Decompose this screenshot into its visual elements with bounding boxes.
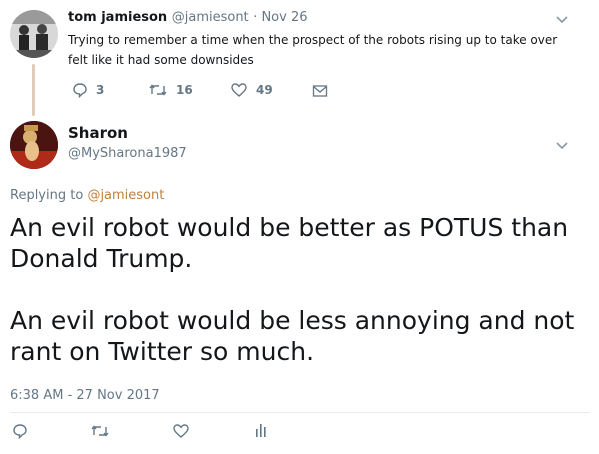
replying-to-prefix: Replying to [10,188,88,203]
tweet-text: An evil robot would be better as POTUS t… [10,212,590,367]
reply-icon [13,424,27,439]
retweet-button[interactable]: 16 [148,82,193,98]
dm-button[interactable] [312,84,328,98]
replying-to-handle[interactable]: @jamiesont [87,188,164,203]
retweet-icon [91,425,109,437]
author-handle[interactable]: @MySharona1987 [68,146,187,161]
parent-author-handle[interactable]: @jamiesont [172,10,249,25]
divider [10,412,590,413]
analytics-button[interactable] [254,422,268,438]
chevron-down-icon [556,142,568,150]
tweet-text-paragraph-2: An evil robot would be less annoying and… [10,306,575,366]
heart-icon [231,83,247,97]
reply-count: 3 [96,83,105,97]
reply-icon [73,83,87,98]
tweet-more-button[interactable] [553,136,571,158]
thread-connector [32,64,35,116]
author-name[interactable]: Sharon [68,124,128,142]
retweet-count: 16 [176,83,193,97]
parent-more-button[interactable] [553,10,571,32]
heart-icon [173,424,189,438]
parent-tweet-date[interactable]: · Nov 26 [253,10,307,25]
main-like-button[interactable] [172,423,190,439]
bar-chart-icon [256,424,266,437]
retweet-icon [149,84,167,96]
like-button[interactable]: 49 [230,82,273,98]
replying-to: Replying to @jamiesont [10,188,164,203]
tweet-text-paragraph-1: An evil robot would be better as POTUS t… [10,213,569,273]
like-count: 49 [256,83,273,97]
reply-button[interactable]: 3 [72,82,104,98]
chevron-down-icon [556,16,568,24]
author-avatar[interactable] [10,121,58,169]
parent-author: tom jamieson @jamiesont · Nov 26 [68,10,308,25]
main-retweet-button[interactable] [90,423,110,439]
parent-avatar[interactable] [10,10,58,58]
tweet-timestamp[interactable]: 6:38 AM - 27 Nov 2017 [10,388,160,403]
parent-tweet-text: Trying to remember a time when the prosp… [68,33,558,67]
parent-author-name[interactable]: tom jamieson [68,10,167,25]
envelope-icon [312,85,328,97]
main-reply-button[interactable] [12,423,28,439]
